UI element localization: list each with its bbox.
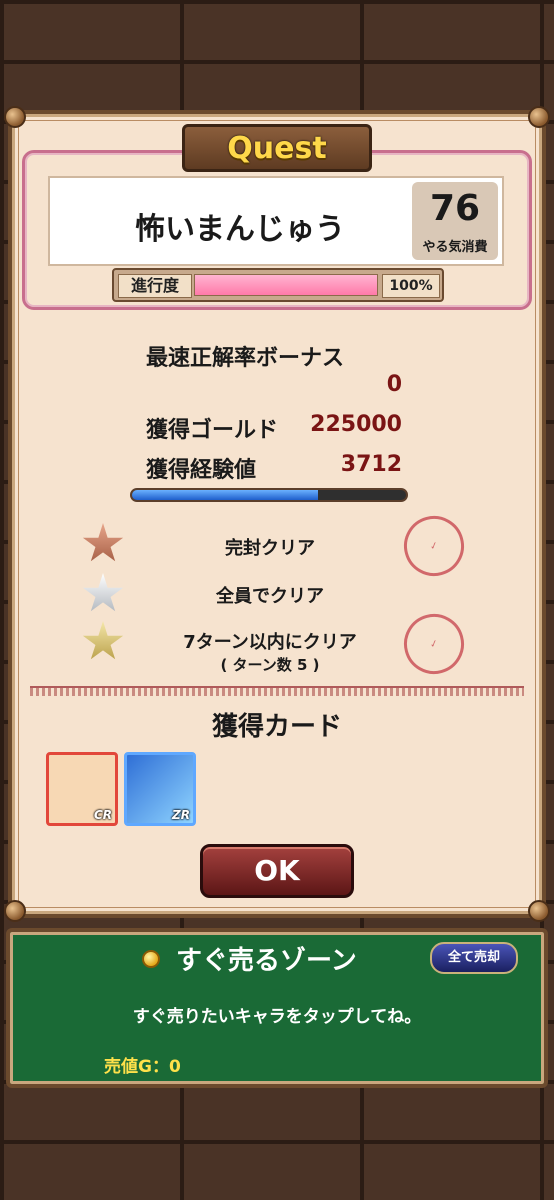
quest-name: 怖いまんじゅう <box>135 212 345 247</box>
bonus-value: 0 <box>386 372 402 397</box>
quest-header-tab: Quest <box>182 124 372 172</box>
card-rarity: ZR <box>172 808 190 822</box>
corner-rivet-icon <box>528 900 550 922</box>
card-rarity: CR <box>93 808 112 822</box>
progress-percent: 100% <box>382 274 440 298</box>
stamina-cost-value: 76 <box>429 188 481 229</box>
exp-bar-fill <box>132 490 319 500</box>
sell-value: 売値G：0 <box>104 1057 181 1077</box>
section-divider <box>30 686 524 696</box>
mission-label: 全員でクリア <box>216 586 324 607</box>
exp-value: 3712 <box>340 452 402 477</box>
mission-sublabel: ( ターン数 5 ) <box>220 656 320 674</box>
sell-zone-hint: すぐ売りたいキャラをタップしてね。 <box>132 1007 422 1027</box>
progress-label: 進行度 <box>118 274 192 298</box>
gold-label: 獲得ゴールド <box>146 418 279 443</box>
mission-label: 完封クリア <box>225 538 315 559</box>
stamina-cost-label: やる気消費 <box>422 240 488 255</box>
ok-button[interactable]: OK <box>200 844 354 898</box>
card-item[interactable]: CR <box>46 752 118 826</box>
cards-heading: 獲得カード <box>211 712 342 742</box>
quest-title-box: 怖いまんじゅう 76 やる気消費 <box>48 176 504 266</box>
progress-fill <box>195 275 377 295</box>
mission-label: 7ターン以内にクリア <box>183 632 357 653</box>
gold-value: 225000 <box>310 412 402 437</box>
stamina-cost-box: 76 やる気消費 <box>412 182 498 260</box>
corner-rivet-icon <box>4 900 26 922</box>
exp-label: 獲得経験値 <box>146 458 257 483</box>
corner-rivet-icon <box>528 106 550 128</box>
exp-bar <box>130 488 408 502</box>
quest-progress: 進行度 100% <box>112 268 444 302</box>
bonus-label: 最速正解率ボーナス <box>146 346 345 371</box>
coin-icon <box>142 950 160 968</box>
progress-track <box>194 274 378 296</box>
card-item[interactable]: ZR <box>124 752 196 826</box>
sell-zone-title: すぐ売るゾーン <box>176 946 357 976</box>
sell-all-button[interactable]: 全て売却 <box>430 942 518 974</box>
corner-rivet-icon <box>4 106 26 128</box>
quest-header-label: Quest <box>227 130 327 166</box>
